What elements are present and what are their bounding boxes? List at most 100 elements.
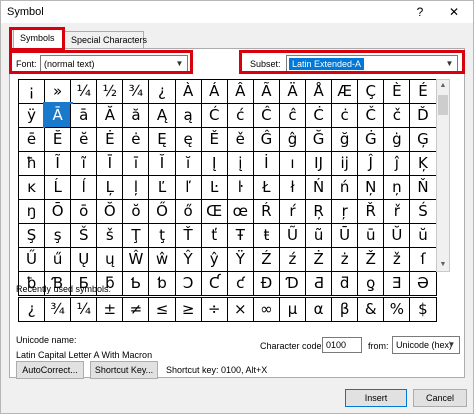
symbol-cell[interactable]: Ĺ bbox=[45, 176, 72, 200]
symbol-cell[interactable]: Ŏ bbox=[97, 200, 124, 224]
symbol-cell[interactable]: Ł bbox=[253, 176, 280, 200]
symbol-cell[interactable]: Ų bbox=[71, 248, 98, 272]
symbol-cell[interactable]: ħ bbox=[19, 152, 46, 176]
recent-symbol-cell[interactable]: $ bbox=[410, 298, 437, 322]
symbol-cell[interactable]: Ā bbox=[43, 102, 74, 130]
symbol-cell[interactable]: ŧ bbox=[253, 224, 280, 248]
symbol-cell[interactable]: ŭ bbox=[410, 224, 437, 248]
symbol-cell[interactable]: ¿ bbox=[149, 80, 176, 104]
symbol-cell[interactable]: Ǝ bbox=[384, 272, 411, 296]
symbol-cell[interactable]: ƅ bbox=[149, 272, 176, 296]
symbol-cell[interactable]: ń bbox=[332, 176, 359, 200]
symbol-cell[interactable]: Ŷ bbox=[175, 248, 202, 272]
symbol-cell[interactable]: œ bbox=[227, 200, 254, 224]
symbol-cell[interactable]: ż bbox=[332, 248, 359, 272]
symbol-cell[interactable]: ą bbox=[175, 104, 202, 128]
symbol-cell[interactable]: Ļ bbox=[97, 176, 124, 200]
symbol-cell[interactable]: Ŵ bbox=[123, 248, 150, 272]
symbol-cell[interactable]: Ģ bbox=[410, 128, 437, 152]
symbol-cell[interactable]: Æ bbox=[332, 80, 359, 104]
symbol-cell[interactable]: ğ bbox=[332, 128, 359, 152]
cancel-button[interactable]: Cancel bbox=[413, 389, 467, 407]
symbol-cell[interactable]: ć bbox=[227, 104, 254, 128]
recent-symbol-cell[interactable]: ÷ bbox=[201, 298, 228, 322]
symbol-cell[interactable]: ĳ bbox=[332, 152, 359, 176]
symbol-cell[interactable]: ĸ bbox=[19, 176, 46, 200]
scroll-up-icon[interactable]: ▲ bbox=[437, 80, 449, 92]
symbol-cell[interactable]: Į bbox=[201, 152, 228, 176]
symbol-cell[interactable]: Ř bbox=[358, 200, 385, 224]
scroll-down-icon[interactable]: ▼ bbox=[437, 259, 449, 271]
symbol-cell[interactable]: ľ bbox=[175, 176, 202, 200]
symbol-cell[interactable]: Ĩ bbox=[45, 152, 72, 176]
symbol-cell[interactable]: Ɗ bbox=[279, 272, 307, 296]
symbol-cell[interactable]: ĉ bbox=[279, 104, 307, 128]
symbol-cell[interactable]: Ź bbox=[253, 248, 280, 272]
symbol-cell[interactable]: ƈ bbox=[227, 272, 254, 296]
symbol-cell[interactable]: ½ bbox=[97, 80, 124, 104]
symbol-cell[interactable]: Ė bbox=[97, 128, 124, 152]
symbol-cell[interactable]: Ž bbox=[358, 248, 385, 272]
symbol-cell[interactable]: Å bbox=[306, 80, 333, 104]
symbol-cell[interactable]: ř bbox=[384, 200, 411, 224]
symbol-cell[interactable]: ť bbox=[201, 224, 228, 248]
symbol-cell[interactable]: ƌ bbox=[332, 272, 359, 296]
recent-symbol-cell[interactable]: ≤ bbox=[149, 298, 176, 322]
recent-symbol-cell[interactable]: α bbox=[306, 298, 333, 322]
symbol-cell[interactable]: Ɖ bbox=[253, 272, 280, 296]
symbol-cell[interactable]: ĺ bbox=[71, 176, 98, 200]
symbol-cell[interactable]: Ť bbox=[175, 224, 202, 248]
font-dropdown[interactable]: (normal text) ▼ bbox=[40, 55, 188, 73]
symbol-cell[interactable]: Ċ bbox=[306, 104, 333, 128]
help-button[interactable]: ? bbox=[409, 3, 431, 21]
symbol-cell[interactable]: » bbox=[45, 80, 72, 104]
symbol-cell[interactable]: ź bbox=[279, 248, 307, 272]
recent-symbol-cell[interactable]: ∞ bbox=[253, 298, 280, 322]
symbol-cell[interactable]: Ľ bbox=[149, 176, 176, 200]
symbol-cell[interactable]: ł bbox=[279, 176, 307, 200]
subset-dropdown[interactable]: Latin Extended-A ▼ bbox=[286, 55, 458, 73]
symbol-cell[interactable]: Ÿ bbox=[227, 248, 254, 272]
symbol-cell[interactable]: Ĝ bbox=[253, 128, 280, 152]
symbol-cell[interactable]: İ bbox=[253, 152, 280, 176]
recent-symbol-cell[interactable]: ¿ bbox=[19, 298, 46, 322]
symbol-cell[interactable]: Ū bbox=[332, 224, 359, 248]
symbol-cell[interactable]: Œ bbox=[201, 200, 228, 224]
symbol-cell[interactable]: È bbox=[384, 80, 411, 104]
symbol-cell[interactable]: ¼ bbox=[71, 80, 98, 104]
symbol-cell[interactable]: Ĳ bbox=[306, 152, 333, 176]
symbol-cell[interactable]: ő bbox=[175, 200, 202, 224]
symbol-cell[interactable]: Ņ bbox=[358, 176, 385, 200]
recent-symbol-cell[interactable]: % bbox=[384, 298, 411, 322]
symbol-cell[interactable]: Ŗ bbox=[306, 200, 333, 224]
symbol-cell[interactable]: ſ bbox=[410, 248, 437, 272]
symbol-cell[interactable]: Ă bbox=[97, 104, 124, 128]
symbol-cell[interactable]: ¡ bbox=[19, 80, 46, 104]
symbol-cell[interactable]: ƍ bbox=[358, 272, 385, 296]
autocorrect-button[interactable]: AutoCorrect... bbox=[16, 361, 84, 379]
recent-symbol-cell[interactable]: µ bbox=[279, 298, 307, 322]
symbol-cell[interactable]: É bbox=[410, 80, 437, 104]
symbol-cell[interactable]: Ƅ bbox=[123, 272, 150, 296]
symbol-cell[interactable]: ÿ bbox=[19, 104, 46, 128]
symbol-cell[interactable]: ĭ bbox=[175, 152, 202, 176]
symbol-cell[interactable]: ċ bbox=[332, 104, 359, 128]
symbol-cell[interactable]: Ƈ bbox=[201, 272, 228, 296]
shortcut-key-button[interactable]: Shortcut Key... bbox=[90, 361, 158, 379]
symbol-cell[interactable]: ũ bbox=[306, 224, 333, 248]
tab-special-characters[interactable]: Special Characters bbox=[64, 31, 147, 49]
symbol-cell[interactable]: Ą bbox=[149, 104, 176, 128]
recent-symbol-cell[interactable]: ¼ bbox=[71, 298, 98, 322]
recent-symbol-cell[interactable]: ¾ bbox=[45, 298, 72, 322]
symbol-cell[interactable]: Â bbox=[227, 80, 254, 104]
chevron-down-icon[interactable]: ▼ bbox=[172, 56, 187, 72]
scroll-thumb[interactable] bbox=[438, 95, 448, 115]
symbol-cell[interactable]: Ć bbox=[201, 104, 228, 128]
symbol-cell[interactable]: š bbox=[97, 224, 124, 248]
symbol-cell[interactable]: Ŀ bbox=[201, 176, 228, 200]
symbol-cell[interactable]: į bbox=[227, 152, 254, 176]
symbol-cell[interactable]: ű bbox=[45, 248, 72, 272]
symbol-cell[interactable]: ţ bbox=[149, 224, 176, 248]
symbol-cell[interactable]: ĕ bbox=[71, 128, 98, 152]
symbol-cell[interactable]: Ƌ bbox=[306, 272, 333, 296]
